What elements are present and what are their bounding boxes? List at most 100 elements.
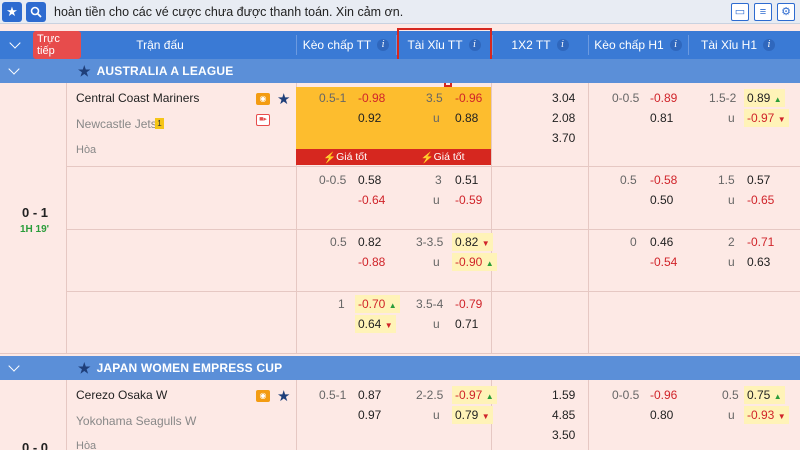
odds-value[interactable]: -0.59: [455, 193, 482, 207]
odds-value[interactable]: 0.64 ▼: [355, 315, 396, 333]
odds-value[interactable]: 0.89 ▲: [744, 89, 785, 107]
chevron-down-icon[interactable]: [8, 63, 20, 75]
odds-value[interactable]: 0.80: [650, 408, 673, 422]
odds-value[interactable]: -0.96: [650, 388, 677, 402]
odds-value[interactable]: -0.70 ▲: [355, 295, 400, 313]
favorite-star-icon[interactable]: ★: [277, 387, 290, 405]
odds-value[interactable]: 0.63: [747, 255, 770, 269]
under-label: u: [728, 408, 735, 422]
odds-value[interactable]: 0.97: [358, 408, 381, 422]
document-icon[interactable]: ≡: [754, 2, 772, 21]
star-icon[interactable]: ★: [2, 1, 22, 22]
odds-value[interactable]: -0.97 ▲: [452, 386, 497, 404]
odds-value[interactable]: 0.71: [455, 317, 478, 331]
eye-icon[interactable]: ◉: [256, 93, 270, 105]
arrow-up-icon: ▲: [485, 259, 494, 268]
info-icon[interactable]: i: [669, 39, 682, 51]
settings-icon[interactable]: ⚙: [777, 2, 795, 21]
odds-value[interactable]: -0.93 ▼: [744, 406, 789, 424]
odds-value[interactable]: 0.46: [650, 235, 673, 249]
star-icon[interactable]: ★: [78, 63, 91, 80]
ou-line: 1.5-2: [709, 91, 737, 105]
odds-value[interactable]: 3.04: [552, 91, 575, 105]
ou-line: 2-2.5: [416, 388, 444, 402]
odds-value[interactable]: 3.50: [552, 428, 575, 442]
hdp-line: 0-0.5: [319, 173, 347, 187]
odds-value[interactable]: -0.58: [650, 173, 677, 187]
odds-value[interactable]: 3.70: [552, 131, 575, 145]
odds-value[interactable]: 0.75 ▲: [744, 386, 785, 404]
odds-value[interactable]: -0.96: [455, 91, 482, 105]
home-team[interactable]: Central Coast Mariners: [76, 91, 199, 105]
header-handicap-ft: Kèo chấp TT i: [296, 31, 396, 59]
odds-value[interactable]: -0.79: [455, 297, 482, 311]
search-icon[interactable]: [26, 1, 46, 22]
odds-value[interactable]: 0.50: [650, 193, 673, 207]
odds-value[interactable]: 4.85: [552, 408, 575, 422]
odds-value[interactable]: 2.08: [552, 111, 575, 125]
odds-value[interactable]: 0.82: [358, 235, 381, 249]
arrow-down-icon: ▼: [481, 412, 490, 421]
odds-value[interactable]: -0.64: [358, 193, 385, 207]
away-team[interactable]: Yokohama Seagulls W: [76, 414, 196, 428]
red-card-badge: 1: [155, 118, 164, 129]
odds-value[interactable]: 0.57: [747, 173, 770, 187]
away-team[interactable]: Newcastle Jets: [76, 117, 157, 131]
header-handicap-h1: Kèo chấp H1 i: [588, 31, 688, 59]
hdp-line: 0: [630, 235, 637, 249]
odds-value[interactable]: -0.98: [358, 91, 385, 105]
info-icon[interactable]: i: [377, 39, 390, 51]
arrow-up-icon: ▲: [485, 392, 494, 401]
info-icon[interactable]: i: [763, 39, 776, 51]
match-time: 1H 19': [20, 224, 50, 235]
odds-value[interactable]: -0.54: [650, 255, 677, 269]
under-label: u: [728, 193, 735, 207]
collapse-all-toggle[interactable]: [4, 31, 26, 59]
eye-icon[interactable]: ◉: [256, 390, 270, 402]
odds-value[interactable]: -0.88: [358, 255, 385, 269]
under-label: u: [433, 408, 440, 422]
odds-value[interactable]: 0.82 ▼: [452, 233, 493, 251]
star-icon[interactable]: ★: [78, 360, 91, 377]
favorite-star-icon[interactable]: ★: [277, 90, 290, 108]
odds-value[interactable]: 1.59: [552, 388, 575, 402]
odds-value[interactable]: 0.88: [455, 111, 478, 125]
ou-line: 3.5-4: [416, 297, 444, 311]
draw-label: Hòa: [76, 144, 97, 156]
video-camera-icon[interactable]: ■▸: [256, 114, 270, 126]
header-over-under-h1: Tài Xỉu H1 i: [688, 31, 788, 59]
info-icon[interactable]: i: [556, 39, 569, 51]
ou-line: 3: [435, 173, 442, 187]
chevron-down-icon[interactable]: [8, 360, 20, 372]
arrow-down-icon: ▼: [777, 115, 786, 124]
odds-value[interactable]: 0.92: [358, 111, 381, 125]
announcement-text: hoàn tiền cho các vé cược chưa được than…: [54, 4, 404, 19]
odds-value[interactable]: 0.81: [650, 111, 673, 125]
odds-value[interactable]: -0.97 ▼: [744, 109, 789, 127]
hdp-line: 0.5-1: [319, 91, 347, 105]
odds-value[interactable]: 0.58: [358, 173, 381, 187]
best-price-label: ⚡ Giá tốt: [394, 149, 491, 165]
best-price-label: ⚡ Giá tốt: [296, 149, 394, 165]
odds-value[interactable]: -0.89: [650, 91, 677, 105]
odds-value[interactable]: 0.87: [358, 388, 381, 402]
arrow-down-icon: ▼: [384, 321, 393, 330]
live-filter-button[interactable]: Trực tiếp: [33, 31, 81, 59]
arrow-up-icon: ▲: [773, 392, 782, 401]
odds-value[interactable]: 0.79 ▼: [452, 406, 493, 424]
ou-line: 3-3.5: [416, 235, 444, 249]
odds-value[interactable]: -0.71: [747, 235, 774, 249]
odds-value[interactable]: 0.51: [455, 173, 478, 187]
ou-line: 1.5: [718, 173, 735, 187]
hdp-line: 0.5: [620, 173, 637, 187]
header-1x2-ft: 1X2 TT i: [492, 31, 588, 59]
home-team[interactable]: Cerezo Osaka W: [76, 388, 167, 402]
chat-icon[interactable]: ▭: [731, 2, 749, 21]
odds-value[interactable]: -0.65: [747, 193, 774, 207]
hdp-line: 0-0.5: [612, 388, 640, 402]
league-header[interactable]: ★ AUSTRALIA A LEAGUE: [0, 59, 800, 83]
league-header[interactable]: ★ JAPAN WOMEN EMPRESS CUP: [0, 356, 800, 380]
odds-value[interactable]: -0.90 ▲: [452, 253, 497, 271]
hdp-line: 0.5-1: [319, 388, 347, 402]
hdp-line: 1: [338, 297, 345, 311]
